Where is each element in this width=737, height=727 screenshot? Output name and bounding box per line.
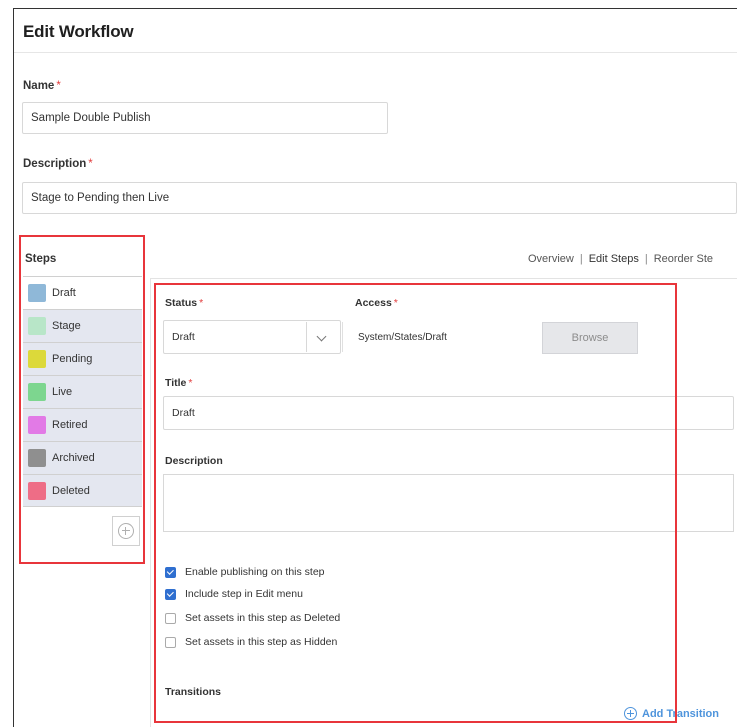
step-item-label: Retired xyxy=(52,419,88,431)
detail-panel-left-border xyxy=(150,278,151,727)
steps-list: Draft Stage Pending Live Retired Archived Dele… xyxy=(23,276,142,507)
step-item-label: Pending xyxy=(52,353,93,365)
step-color-swatch xyxy=(28,416,46,434)
add-circle-icon xyxy=(118,523,134,539)
name-input-value: Sample Double Publish xyxy=(31,112,151,124)
step-item-live[interactable]: Live xyxy=(23,375,142,408)
description-input[interactable]: Stage to Pending then Live xyxy=(22,182,737,214)
step-color-swatch xyxy=(28,383,46,401)
nav-edit-steps-link[interactable]: Edit Steps xyxy=(589,253,639,265)
step-item-stage[interactable]: Stage xyxy=(23,309,142,342)
step-item-archived[interactable]: Archived xyxy=(23,441,142,474)
step-color-swatch xyxy=(28,284,46,302)
nav-reorder-steps-link[interactable]: Reorder Ste xyxy=(654,253,713,265)
step-color-swatch xyxy=(28,481,46,500)
step-item-label: Stage xyxy=(52,320,81,332)
frame-top-border xyxy=(13,8,737,9)
nav-separator: | xyxy=(579,253,583,265)
step-item-retired[interactable]: Retired xyxy=(23,408,142,441)
add-step-button[interactable] xyxy=(112,516,140,546)
detail-panel-top-border xyxy=(150,278,737,279)
step-item-label: Archived xyxy=(52,452,95,464)
title-divider xyxy=(14,52,737,53)
step-item-deleted[interactable]: Deleted xyxy=(23,474,142,507)
step-view-nav: Overview | Edit Steps | Reorder Ste xyxy=(528,253,713,265)
step-item-label: Live xyxy=(52,386,73,398)
step-item-label: Draft xyxy=(52,287,76,299)
name-required-marker: * xyxy=(56,80,61,92)
nav-overview-link[interactable]: Overview xyxy=(528,253,574,265)
description-label-text: Description xyxy=(23,158,87,170)
name-label: Name * xyxy=(23,80,61,92)
steps-title: Steps xyxy=(25,253,57,265)
frame-left-border xyxy=(13,8,14,727)
step-item-draft[interactable]: Draft xyxy=(23,276,142,309)
step-color-swatch xyxy=(28,350,46,368)
description-input-value: Stage to Pending then Live xyxy=(31,192,170,204)
step-item-label: Deleted xyxy=(52,484,90,497)
page-title: Edit Workflow xyxy=(23,22,134,41)
description-label: Description * xyxy=(23,158,93,170)
detail-highlight-box xyxy=(154,283,677,723)
step-item-pending[interactable]: Pending xyxy=(23,342,142,375)
description-required-marker: * xyxy=(88,158,93,170)
name-input[interactable]: Sample Double Publish xyxy=(22,102,388,134)
step-color-swatch xyxy=(28,317,46,335)
nav-separator: | xyxy=(644,253,648,265)
step-color-swatch xyxy=(28,449,46,467)
name-label-text: Name xyxy=(23,80,55,92)
